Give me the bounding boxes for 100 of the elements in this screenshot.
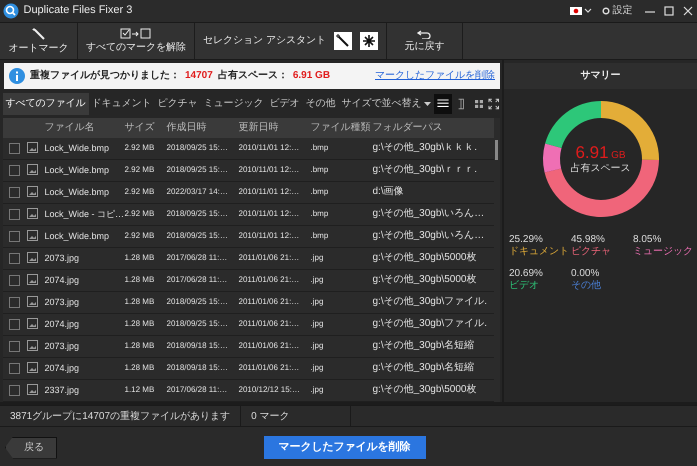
column-header[interactable]: サイズ [124,122,154,132]
image-file-icon [26,208,38,219]
table-cell: .jpg [310,253,324,262]
table-cell: 1.28 MB [124,297,154,306]
table-cell: 2011/01/06 21:… [238,341,300,350]
image-file-icon [26,164,38,175]
table-cell: .bmp [310,165,328,174]
table-cell: 2073.jpg [44,340,80,351]
table-cell: .jpg [310,385,324,394]
row-checkbox[interactable] [9,142,20,154]
row-checkbox[interactable] [9,164,20,176]
row-checkbox[interactable] [9,274,20,286]
table-cell: .bmp [310,231,328,240]
table-cell: 1.12 MB [124,385,154,394]
table-cell: 2010/11/01 12:… [238,165,300,174]
undo-icon [417,29,432,39]
summary-title: サマリー [580,70,620,82]
table-cell: Lock_Wide.bmp [44,142,110,153]
table-cell: 2073.jpg [44,252,80,263]
view-list-button[interactable] [434,94,452,114]
table-cell: .jpg [310,275,324,284]
table-cell: g:\その他_30gb\ファイル. [372,318,487,329]
table-cell: g:\その他_30gb\ファイル. [372,296,487,307]
scrollbar-thumb[interactable] [494,140,498,160]
back-button[interactable]: 戻る [5,436,57,458]
image-file-icon [26,296,38,307]
legend-percent: 8.05% [633,234,662,245]
column-header[interactable]: ファイル種類 [310,122,370,132]
table-cell: 2018/09/25 15:… [166,319,228,328]
table-cell: 2017/06/28 11:… [166,253,228,262]
table-cell: .jpg [310,363,324,372]
table-cell: .bmp [310,143,328,152]
row-checkbox[interactable] [9,252,20,264]
table-cell: 1.28 MB [124,319,154,328]
table-cell: g:\その他_30gb\5000枚 [372,252,476,263]
legend-label: ドキュメント [509,246,569,257]
status-text: 3871グループに14707の重複ファイルがあります [0,406,242,426]
row-checkbox[interactable] [9,230,20,242]
legend-label: ミュージック [633,246,693,257]
table-cell: g:\その他_30gb\5000枚 [372,384,476,395]
delete-marked-link[interactable]: マークしたファイルを削除 [375,70,495,82]
table-cell: g:\その他_30gb\ｋｋｋ. [372,142,477,153]
table-cell: 2011/01/06 21:… [238,275,300,284]
column-header[interactable]: ファイル名 [44,122,94,132]
table-cell: g:\その他_30gb\いろん… [372,208,484,219]
fullscreen-icon[interactable] [488,98,500,110]
window-title: Duplicate Files Fixer 3 [24,4,134,18]
close-icon[interactable] [680,6,694,16]
legend-percent: 25.29% [509,234,543,245]
legend-percent: 45.98% [571,234,605,245]
table-cell: 2022/03/17 14:… [166,187,228,196]
tab[interactable]: ピクチャ [154,93,200,115]
table-cell: 2011/01/06 21:… [238,319,300,328]
row-checkbox[interactable] [9,186,20,198]
legend-percent: 0.00% [571,268,600,279]
tab[interactable]: その他 [302,93,338,115]
row-checkbox[interactable] [9,362,20,374]
image-file-icon [26,384,38,395]
table-cell: 2018/09/25 15:… [166,209,228,218]
table-cell: 2010/11/01 12:… [238,187,300,196]
maximize-icon[interactable] [662,6,676,16]
column-header[interactable]: フォルダーパス [372,122,442,132]
row-checkbox[interactable] [9,296,20,308]
table-cell: g:\その他_30gb\ｒｒｒ. [372,164,477,175]
image-file-icon [26,142,38,153]
settings-button[interactable]: 設定 [602,5,632,17]
table-cell: .jpg [310,341,324,350]
table-cell: 2.92 MB [124,209,154,218]
row-checkbox[interactable] [9,208,20,220]
column-header[interactable]: 更新日時 [238,122,278,132]
table-cell: 1.28 MB [124,341,154,350]
caret-icon [424,102,431,106]
row-checkbox[interactable] [9,384,20,396]
row-checkbox[interactable] [9,340,20,352]
flag-icon[interactable] [570,6,592,16]
image-file-icon [26,230,38,241]
total-unit: GB [611,150,626,161]
table-cell: .bmp [310,187,328,196]
table-cell: 2010/11/01 12:… [238,209,300,218]
legend-label: その他 [571,280,601,291]
table-cell: 2018/09/25 15:… [166,231,228,240]
tab[interactable]: すべてのファイル [2,93,88,115]
table-cell: 2337.jpg [44,384,80,395]
checkbox-arrow-icon [120,28,152,40]
magic-wand-icon [32,27,46,41]
tab[interactable]: ミュージック [200,93,266,115]
row-checkbox[interactable] [9,318,20,330]
asterisk-tool-icon [360,32,378,50]
image-file-icon [26,362,38,373]
table-cell: .bmp [310,209,328,218]
delete-marked-button[interactable]: マークしたファイルを削除 [264,436,426,459]
table-cell: Lock_Wide.bmp [44,164,110,175]
column-header[interactable]: 作成日時 [166,122,206,132]
table-cell: g:\その他_30gb\名短縮 [372,362,474,373]
table-cell: 2010/11/01 12:… [238,231,300,240]
table-cell: 1.28 MB [124,363,154,372]
table-cell: 2018/09/18 15:… [166,363,228,372]
tab[interactable]: ドキュメント [88,93,154,115]
sort-dropdown[interactable]: サイズで並べ替え [338,93,434,115]
tab[interactable]: ビデオ [266,93,302,115]
